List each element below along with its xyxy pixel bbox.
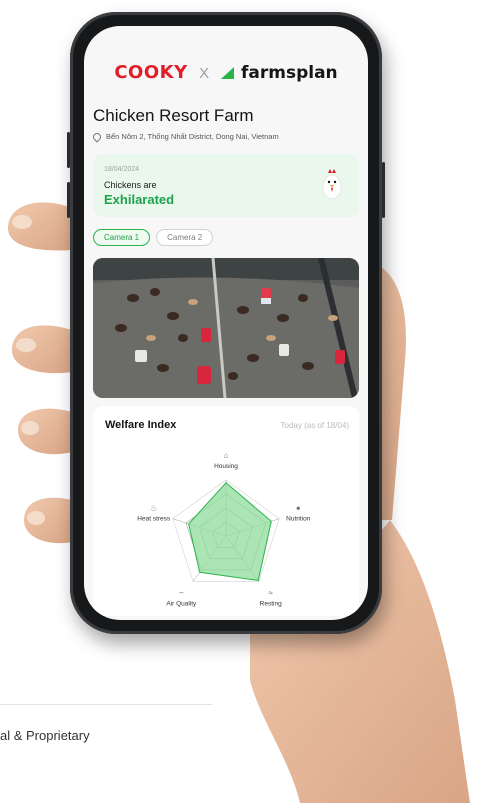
brand-header: COOKY X farmsplan [84,62,368,86]
farm-title: Chicken Resort Farm [93,106,254,125]
radar-axis-label-heat-stress: Heat stress [137,516,171,523]
bed-icon: ≈ [268,588,273,597]
camera-feed[interactable] [93,258,359,398]
air-icon: ~ [179,588,184,597]
radar-axis-label-resting: Resting [260,600,282,607]
welfare-date: Today (as of 18/04) [280,421,349,430]
tab-camera-1[interactable]: Camera 1 [93,229,151,246]
thermometer-icon: ♨ [150,504,157,513]
status-label: Chickens are [104,180,157,190]
location-pin-icon [91,130,103,143]
farmsplan-leaf-icon [220,67,234,79]
volume-button [67,182,70,218]
footer-confidential-text: al & Proprietary [0,728,90,743]
footer-divider [0,704,212,705]
cooky-logo: COOKY [114,62,188,83]
radar-axis-label-nutrition: Nutrition [286,516,311,523]
volume-button [67,132,70,168]
farmsplan-logo: farmsplan [241,63,338,83]
food-icon: ● [296,504,301,513]
welfare-radar-chart: Housing ⌂ Nutrition ● Resting ≈ Air Quality ~ He… [137,451,311,607]
camera-tabs: Camera 1 Camera 2 [93,229,214,246]
radar-axis-label-air-quality: Air Quality [166,600,197,607]
farm-address: Bến Nôm 2, Thống Nhất District, Dong Nai… [91,130,279,143]
farm-address-text: Bến Nôm 2, Thống Nhất District, Dong Nai… [106,132,279,141]
house-icon: ⌂ [224,451,229,460]
status-date: 18/04/2024 [104,166,140,173]
radar-value-area [188,482,272,581]
status-mood: Exhilarated [104,192,175,207]
welfare-title: Welfare Index [105,419,177,431]
phone-device: COOKY X farmsplan Chicken Resort Farm Bế… [67,12,385,634]
chicken-icon [322,169,342,200]
power-button [382,162,385,218]
welfare-index-card: Welfare Index Today (as of 18/04) Housin… [93,406,359,616]
mood-status-card[interactable]: 18/04/2024 Chickens are Exhilarated [93,154,359,217]
app-screen: COOKY X farmsplan Chicken Resort Farm Bế… [84,26,368,620]
radar-axis-label-housing: Housing [214,463,238,470]
brand-separator: X [199,65,210,82]
tab-camera-2[interactable]: Camera 2 [156,229,214,246]
